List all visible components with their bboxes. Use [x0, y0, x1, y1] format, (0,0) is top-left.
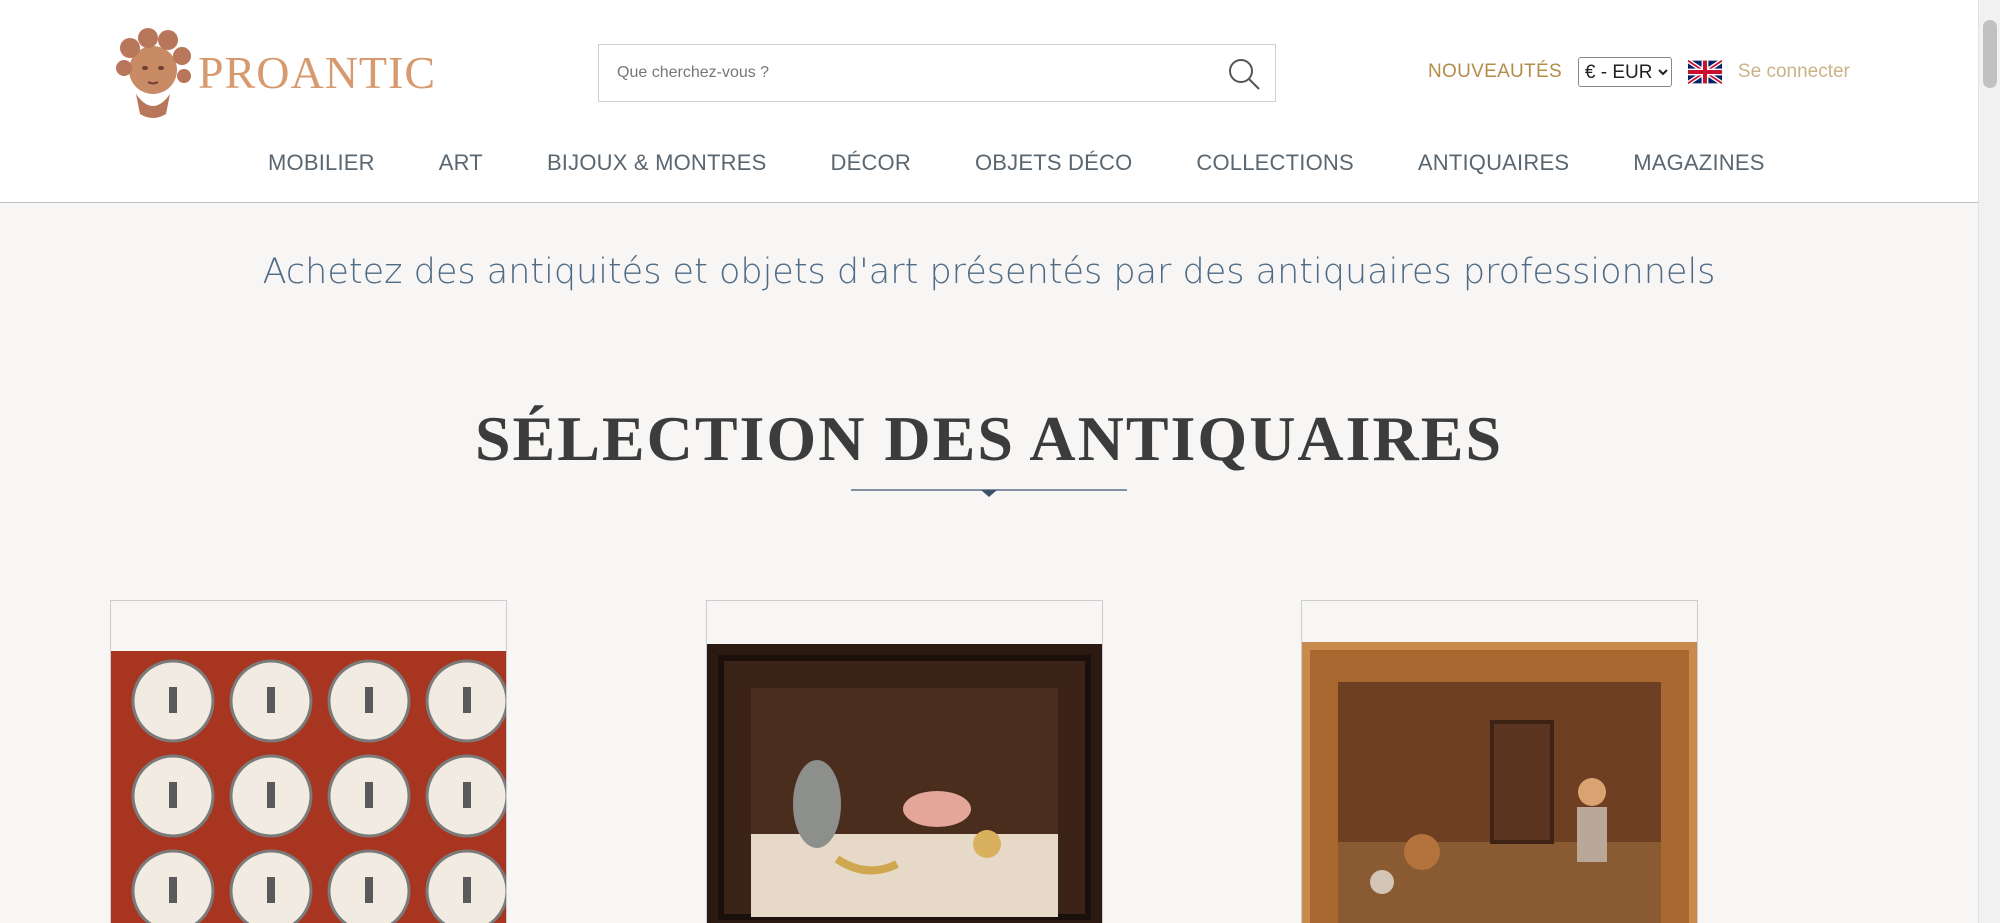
scrollbar-thumb[interactable] [1983, 20, 1997, 88]
uk-flag-icon[interactable] [1687, 60, 1722, 84]
nouveautes-link[interactable]: NOUVEAUTÉS [1428, 61, 1562, 83]
product-image[interactable] [1302, 642, 1697, 923]
nav-item-magazines[interactable]: MAGAZINES [1633, 150, 1764, 176]
nav-item-decor[interactable]: DÉCOR [831, 150, 911, 176]
logo-text: PROANTIC [198, 46, 433, 98]
antique-selection-grid [108, 527, 1850, 923]
search-input[interactable] [599, 45, 1209, 101]
nav-item-collections[interactable]: COLLECTIONS [1196, 150, 1353, 176]
interior-scene-painting-image [1302, 642, 1697, 923]
search-button[interactable] [1227, 57, 1261, 91]
page-tagline: Achetez des antiquités et objets d'art p… [262, 252, 1716, 292]
site-header: PROANTIC NOUVEAUTÉS € - EUR Se connecter… [0, 0, 1978, 203]
page-scrollbar[interactable] [1978, 0, 2000, 923]
main-navigation: MOBILIER ART BIJOUX & MONTRES DÉCOR OBJE… [108, 124, 1850, 202]
site-logo[interactable]: PROANTIC [108, 22, 458, 122]
nav-item-mobilier[interactable]: MOBILIER [268, 150, 375, 176]
header-utilities: NOUVEAUTÉS € - EUR Se connecter [1428, 56, 1850, 88]
medusa-head-logo-icon [116, 28, 191, 118]
currency-select[interactable]: € - EUR [1577, 57, 1672, 87]
nav-item-antiquaires[interactable]: ANTIQUAIRES [1418, 150, 1569, 176]
section-title: SÉLECTION DES ANTIQUAIRES [474, 403, 1504, 474]
plates-collection-image [111, 651, 506, 923]
nav-item-art[interactable]: ART [439, 150, 483, 176]
search-icon [1229, 59, 1260, 90]
login-link[interactable]: Se connecter [1738, 61, 1850, 83]
nav-item-objets-deco[interactable]: OBJETS DÉCO [975, 150, 1132, 176]
search-bar [598, 44, 1276, 102]
product-card[interactable] [706, 600, 1103, 923]
title-divider [851, 489, 1127, 497]
still-life-painting-image [707, 644, 1102, 923]
product-card[interactable] [1301, 600, 1698, 923]
product-image[interactable] [111, 651, 506, 923]
product-card[interactable] [110, 600, 507, 923]
product-image[interactable] [707, 644, 1102, 923]
nav-item-bijoux-montres[interactable]: BIJOUX & MONTRES [547, 150, 767, 176]
